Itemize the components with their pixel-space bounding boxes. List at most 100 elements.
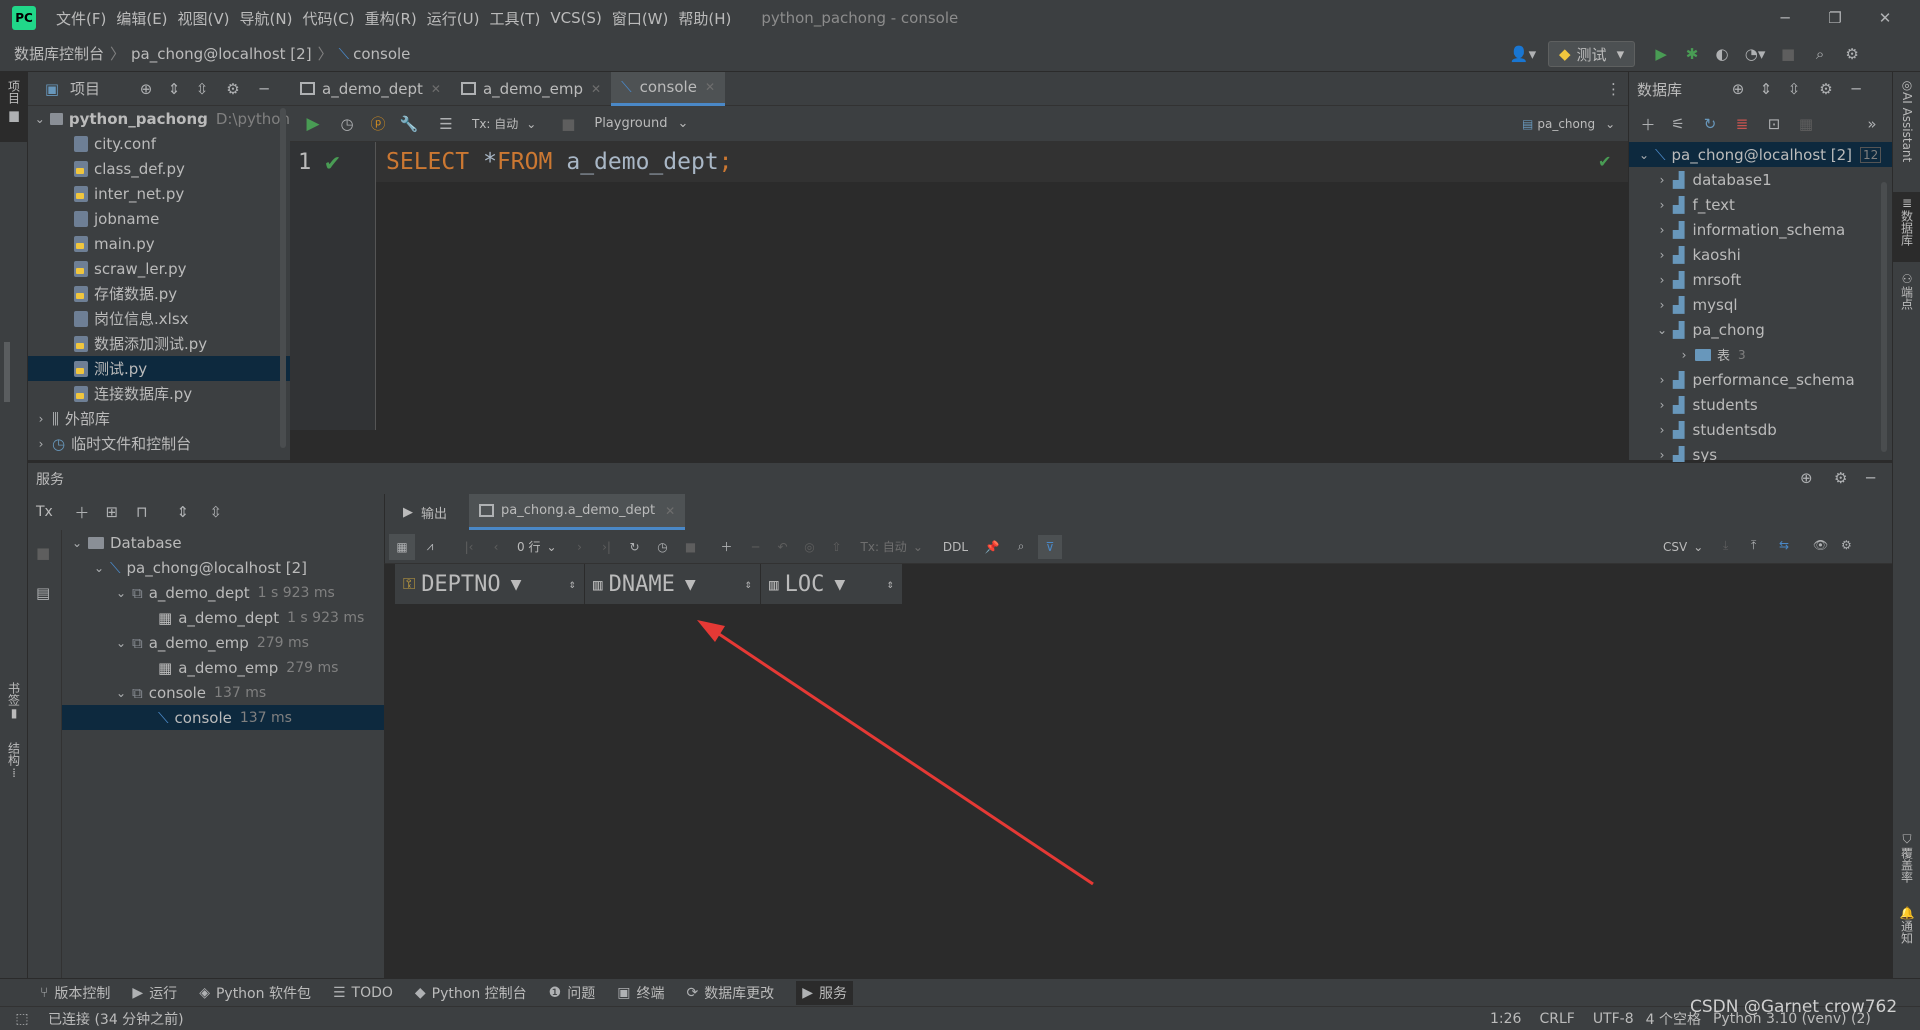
group-icon[interactable]: ⊞ — [97, 503, 127, 521]
search-icon[interactable]: ⌕ — [1008, 539, 1034, 554]
compare-results-icon[interactable]: ⇆ — [1779, 538, 1789, 552]
properties-icon[interactable]: ⚟ — [1663, 115, 1693, 133]
restore-icon[interactable]: ❐ — [1810, 9, 1860, 27]
results-layout-icon[interactable]: ☰ — [426, 115, 466, 133]
settings-icon[interactable]: ⚙ — [1841, 538, 1852, 552]
submit-icon[interactable]: ⇧ — [823, 540, 851, 554]
close-icon[interactable]: ✕ — [1860, 9, 1910, 27]
sql-editor[interactable]: SELECT * FROM a_demo_dept ; ✔ — [376, 142, 1628, 430]
filter-active-icon[interactable]: ⊽ — [1038, 534, 1063, 559]
schema-node[interactable]: › ▟ kaoshi — [1629, 242, 1892, 267]
project-file[interactable]: city.conf — [28, 131, 290, 156]
project-panel-title[interactable]: 项目 — [70, 78, 100, 99]
search-icon[interactable]: ⌕ — [1803, 45, 1837, 63]
close-icon[interactable]: ✕ — [705, 80, 715, 94]
connection-node[interactable]: ⌄ ⟍ pa_chong@localhost [2] 12 — [1629, 142, 1892, 167]
project-file[interactable]: jobname — [28, 206, 290, 231]
menu-item[interactable]: 工具(T) — [489, 8, 540, 29]
structure-stripe-button[interactable]: 结构 ⁞ — [0, 742, 28, 792]
execute-icon[interactable]: ▶ — [296, 114, 330, 134]
close-icon[interactable]: ✕ — [591, 82, 601, 96]
caret-position[interactable]: 1:26 — [1490, 1011, 1521, 1027]
project-file[interactable]: main.py — [28, 231, 290, 256]
chevron-right-icon[interactable]: › — [34, 437, 48, 451]
schema-node[interactable]: › ▟ mysql — [1629, 292, 1892, 317]
session-child-node[interactable]: ▦ a_demo_emp 279 ms — [62, 655, 384, 680]
external-libraries[interactable]: › ⫼ 外部库 — [28, 406, 290, 431]
tx-mode-selector[interactable]: Tx: 自动 ⌄ — [472, 115, 536, 132]
revert-icon[interactable]: ↶ — [769, 540, 797, 554]
collapse-all-icon[interactable]: ⇳ — [188, 80, 216, 98]
menu-item[interactable]: 窗口(W) — [612, 8, 669, 29]
add-icon[interactable]: ＋ — [1633, 114, 1663, 135]
settings-icon[interactable]: ⚙ — [1837, 45, 1867, 63]
project-file[interactable]: scraw_ler.py — [28, 256, 290, 281]
upload-icon[interactable]: ⤒ — [1751, 538, 1756, 553]
schema-node[interactable]: › ▟ students — [1629, 392, 1892, 417]
project-root[interactable]: ⌄ python_pachong D:\python — [28, 106, 290, 131]
locate-icon[interactable]: ⊕ — [1800, 469, 1813, 487]
next-page-icon[interactable]: › — [567, 540, 593, 554]
wrench-icon[interactable]: 🔧 — [392, 115, 426, 133]
hide-icon[interactable]: ─ — [1844, 80, 1868, 98]
stop-icon[interactable]: ■ — [677, 540, 705, 554]
profile-icon[interactable]: ◔▾ — [1737, 45, 1773, 63]
console-open-icon[interactable]: ⊡ — [1757, 115, 1791, 133]
schema-node[interactable]: › ▟ information_schema — [1629, 217, 1892, 242]
hide-icon[interactable]: ─ — [250, 80, 278, 98]
tab-output[interactable]: ▶ 输出 — [403, 503, 447, 522]
locate-icon[interactable]: ⊕ — [1724, 80, 1752, 98]
view-icon[interactable]: 👁 — [1813, 538, 1828, 552]
tool-window-button[interactable]: ⟳ 数据库更改 — [686, 983, 774, 1003]
chevron-down-icon[interactable]: ⌄ — [114, 686, 128, 700]
project-stripe-button[interactable]: 项目 ▆ — [0, 72, 28, 142]
endpoints-stripe-button[interactable]: ⚇ 端点 — [1893, 272, 1920, 322]
database-node[interactable]: ⌄ Database — [62, 530, 384, 555]
table-view-icon[interactable]: ▦ — [1791, 115, 1821, 133]
playground-selector[interactable]: Playground ⌄ — [594, 116, 688, 131]
chevron-down-icon[interactable]: ⌄ — [34, 112, 46, 126]
menu-item[interactable]: 编辑(E) — [116, 8, 167, 29]
chevron-right-icon[interactable]: › — [1655, 448, 1669, 462]
tx-label[interactable]: Tx — [36, 504, 53, 520]
history-icon[interactable]: ◷ — [330, 115, 364, 133]
project-file[interactable]: 存储数据.py — [28, 281, 290, 306]
first-page-icon[interactable]: |‹ — [455, 540, 483, 554]
project-file[interactable]: 岗位信息.xlsx — [28, 306, 290, 331]
chevron-right-icon[interactable]: › — [1677, 348, 1691, 362]
debug-icon[interactable]: ✱ — [1677, 45, 1707, 63]
last-page-icon[interactable]: ›| — [593, 540, 621, 554]
schema-icon[interactable]: ≣ — [1727, 115, 1757, 133]
chevron-down-icon[interactable]: ⌄ — [114, 636, 128, 650]
chevron-right-icon[interactable]: › — [1655, 373, 1669, 387]
tool-window-button[interactable]: ◈ Python 软件包 — [199, 983, 311, 1003]
datasource-selector[interactable]: ▤ pa_chong ⌄ — [1522, 106, 1615, 142]
tool-window-button[interactable]: ▶ 服务 — [796, 980, 853, 1005]
database-scrollbar[interactable] — [1881, 182, 1887, 452]
chevron-down-icon[interactable]: ⌄ — [92, 561, 106, 575]
tab-console[interactable]: ⟍ console ✕ — [611, 71, 726, 106]
chevron-right-icon[interactable]: › — [1655, 248, 1669, 262]
chevron-down-icon[interactable]: ⌄ — [114, 586, 128, 600]
tool-window-button[interactable]: ▶ 运行 — [132, 983, 177, 1003]
chevron-right-icon[interactable]: › — [1655, 398, 1669, 412]
chevron-down-icon[interactable]: ⌄ — [1655, 323, 1669, 337]
more-tabs-icon[interactable]: ⋮ — [1606, 80, 1621, 98]
tool-window-button[interactable]: ◆ Python 控制台 — [415, 983, 527, 1003]
compare-icon[interactable]: ◎ — [797, 540, 823, 554]
tool-window-button[interactable]: ☰ TODO — [333, 985, 393, 1001]
layout-icon[interactable]: ▤ — [36, 584, 50, 602]
session-child-node[interactable]: ▦ a_demo_dept 1 s 923 ms — [62, 605, 384, 630]
session-node[interactable]: ⌄ ⧉ console 137 ms — [62, 680, 384, 705]
schema-node[interactable]: › ▟ database1 — [1629, 167, 1892, 192]
more-icon[interactable]: » — [1857, 115, 1887, 133]
schema-node[interactable]: › ▟ mrsoft — [1629, 267, 1892, 292]
project-file[interactable]: 连接数据库.py — [28, 381, 290, 406]
close-icon[interactable]: ✕ — [665, 504, 675, 518]
collapse-all-icon[interactable]: ⇳ — [201, 503, 231, 521]
database-stripe-button[interactable]: ≣ 数据库 — [1893, 192, 1920, 262]
project-file[interactable]: inter_net.py — [28, 181, 290, 206]
connection-node[interactable]: ⌄ ⟍ pa_chong@localhost [2] — [62, 555, 384, 580]
stop-icon[interactable]: ■ — [36, 544, 50, 562]
session-node[interactable]: ⌄ ⧉ a_demo_dept 1 s 923 ms — [62, 580, 384, 605]
